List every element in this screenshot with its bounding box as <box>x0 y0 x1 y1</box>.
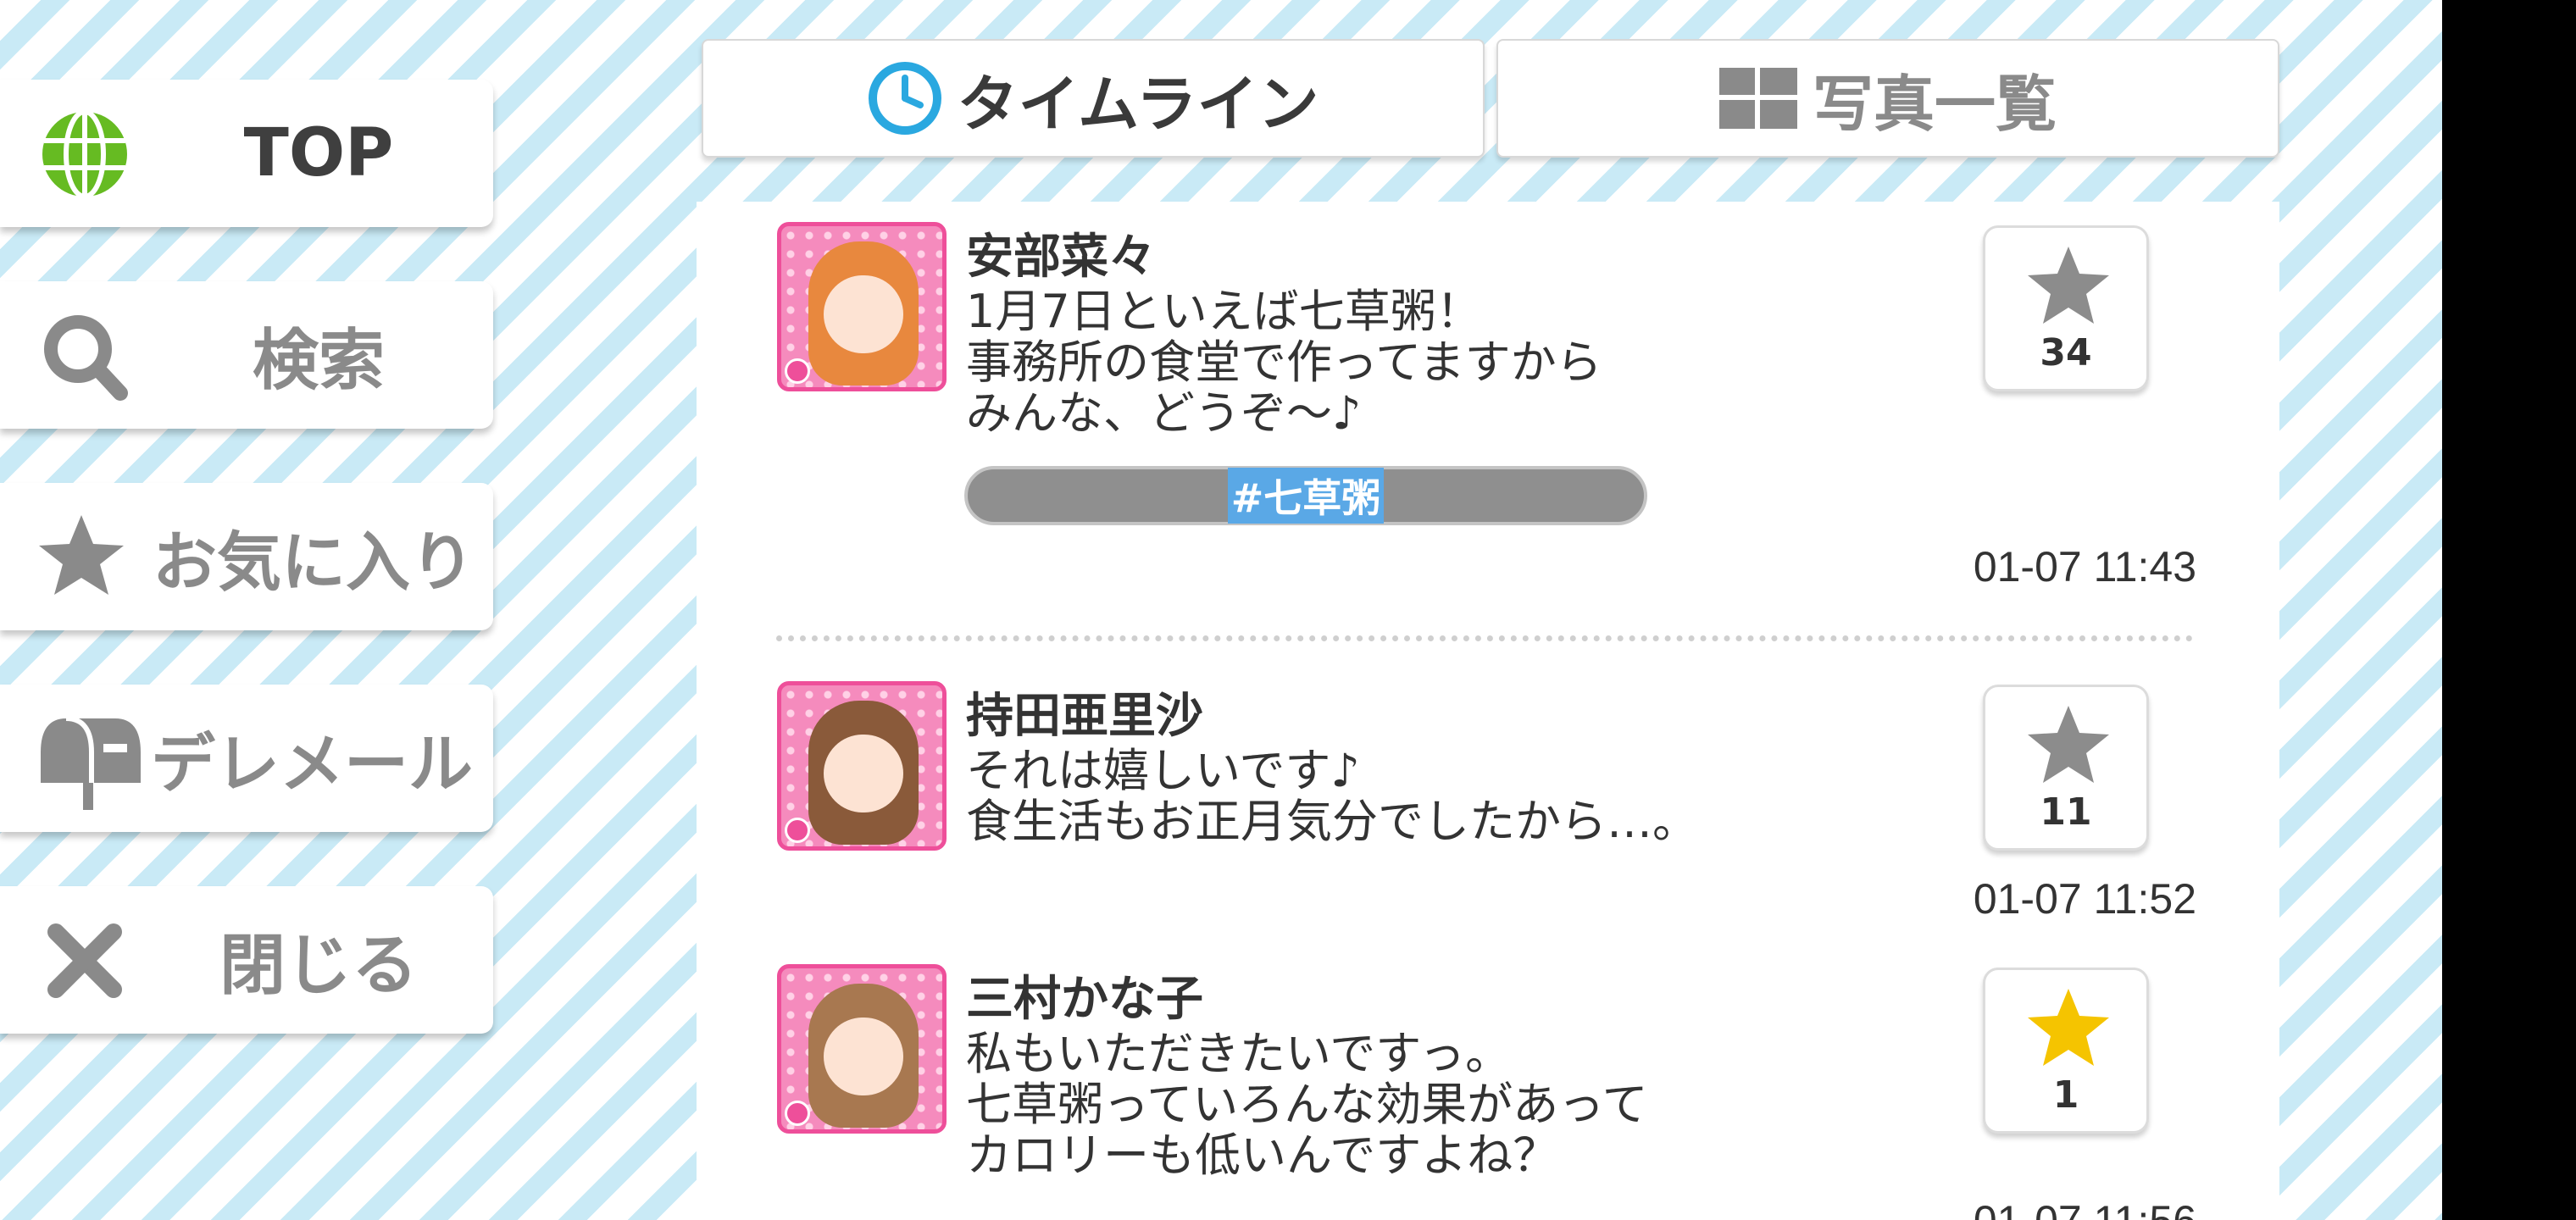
post-divider <box>776 635 2193 641</box>
globe-icon <box>37 107 132 202</box>
black-border <box>2442 0 2576 1220</box>
sidebar-close-label: 閉じる <box>219 928 418 1004</box>
sidebar-top-button[interactable]: TOP <box>0 80 493 227</box>
star-icon <box>2028 989 2109 1066</box>
post-author: 安部菜々 <box>966 230 1156 285</box>
flower-badge-icon <box>785 1101 810 1126</box>
flower-badge-icon <box>785 358 810 384</box>
like-count: 11 <box>2040 790 2092 834</box>
tab-timeline-label: タイムライン <box>957 68 1319 140</box>
post-text: 私もいただきたいですっ。 七草粥っていろんな効果があって カロリーも低いんですよ… <box>966 1027 1648 1182</box>
star-icon <box>2028 247 2109 324</box>
post-timestamp: 01-07 11:56 <box>1974 1196 2196 1220</box>
like-button[interactable]: 34 <box>1983 225 2149 391</box>
tab-timeline[interactable]: タイムライン <box>702 39 1485 158</box>
post-author: 三村かな子 <box>966 972 1203 1027</box>
grid-icon <box>1718 68 1797 129</box>
sidebar-top-label: TOP <box>243 115 394 191</box>
star-icon <box>34 510 129 605</box>
search-icon <box>37 308 132 403</box>
post-text: 1月7日といえば七草粥！ 事務所の食堂で作ってますから みんな、どうぞ～♪ <box>966 285 1602 440</box>
like-count: 1 <box>2052 1073 2079 1117</box>
close-icon <box>37 913 132 1008</box>
sidebar-favorites-button[interactable]: お気に入り <box>0 483 493 630</box>
sidebar-search-label: 検索 <box>252 323 385 399</box>
like-count: 34 <box>2040 331 2092 374</box>
post-author: 持田亜里沙 <box>966 689 1203 744</box>
sidebar-search-button[interactable]: 検索 <box>0 281 493 429</box>
hashtag-button[interactable]: #七草粥 <box>964 466 1647 525</box>
flower-badge-icon <box>785 818 810 843</box>
post-timestamp: 01-07 11:52 <box>1973 875 2196 923</box>
mailbox-icon <box>34 710 144 810</box>
like-button[interactable]: 1 <box>1983 968 2149 1134</box>
post-timestamp: 01-07 11:43 <box>1973 543 2196 591</box>
avatar[interactable] <box>777 222 947 391</box>
avatar[interactable] <box>777 964 947 1134</box>
post-text: それは嬉しいです♪ 食生活もお正月気分でしたから…。 <box>966 744 1698 848</box>
avatar[interactable] <box>777 681 947 851</box>
star-icon <box>2028 706 2109 783</box>
tab-photos-label: 写真一覧 <box>1812 68 2057 140</box>
like-button[interactable]: 11 <box>1983 685 2149 851</box>
sidebar-mail-label: デレメール <box>151 726 473 801</box>
sidebar-close-button[interactable]: 閉じる <box>0 886 493 1034</box>
hashtag-label: #七草粥 <box>1227 468 1385 524</box>
timeline-feed[interactable]: 安部菜々 1月7日といえば七草粥！ 事務所の食堂で作ってますから みんな、どうぞ… <box>697 202 2279 1220</box>
clock-icon <box>868 61 942 136</box>
sidebar-favorites-label: お気に入り <box>153 524 475 600</box>
tab-photos[interactable]: 写真一覧 <box>1496 39 2279 158</box>
sidebar-mail-button[interactable]: デレメール <box>0 685 493 832</box>
